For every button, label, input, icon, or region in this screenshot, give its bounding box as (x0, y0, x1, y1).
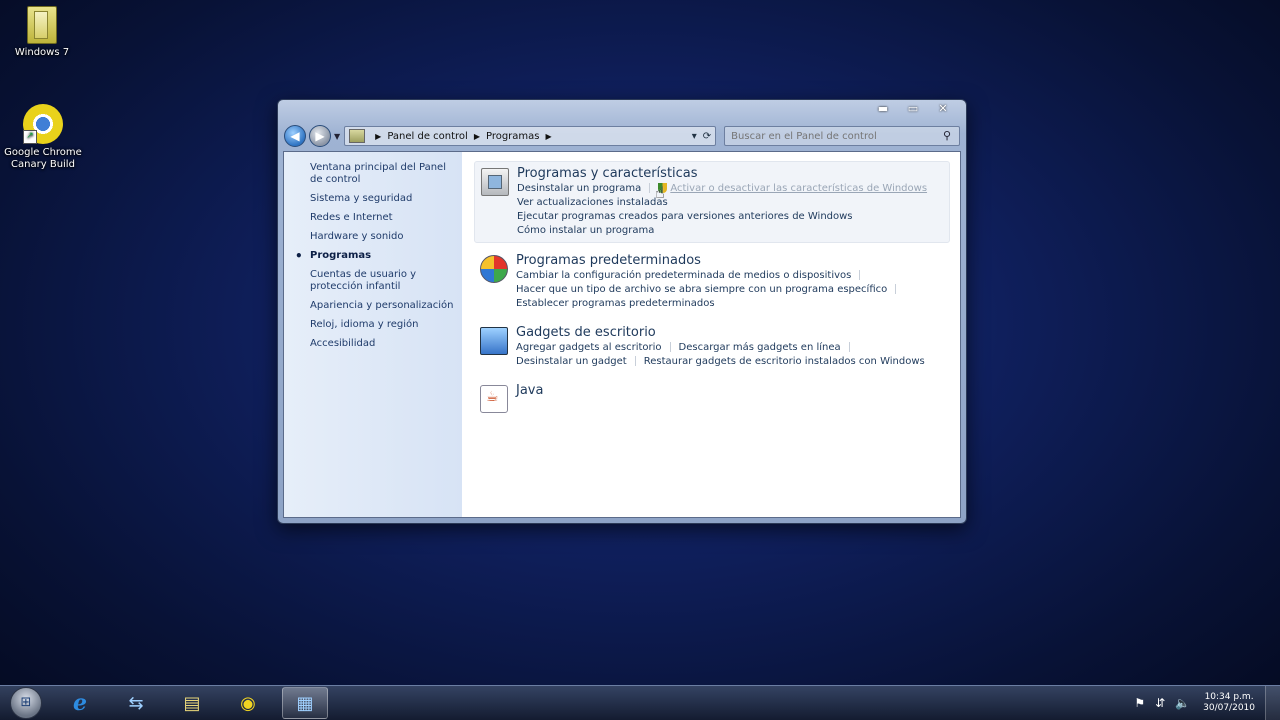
internet-explorer-icon[interactable]: e (58, 688, 102, 718)
breadcrumb-separator-icon[interactable]: ▶ (375, 132, 381, 141)
sidebar-item-control-panel-home[interactable]: Ventana principal del Panel de control (284, 162, 462, 186)
desktop-icon-label: Google Chrome Canary Build (4, 147, 82, 170)
system-tray: ⚑ ⇵ 🔈 10:34 p.m. 30/07/2010 (1129, 686, 1280, 720)
shortcut-arrow-icon: ↗ (23, 130, 37, 144)
clock-time: 10:34 p.m. (1204, 692, 1254, 702)
active-bullet-icon: • (295, 249, 303, 263)
clock[interactable]: 10:34 p.m. 30/07/2010 (1203, 692, 1255, 714)
desktop-icon-chrome-canary[interactable]: ↗ Google Chrome Canary Build (1, 104, 85, 171)
sidebar-item-hardware-sound[interactable]: Hardware y sonido (284, 231, 462, 243)
autoplay-settings-link[interactable]: Cambiar la configuración predeterminada … (516, 270, 851, 281)
breadcrumb-programs[interactable]: Programas (486, 131, 540, 142)
search-icon[interactable]: ⚲ (943, 130, 955, 142)
folder-icon (27, 6, 57, 44)
sidebar-item-label: Programas (310, 250, 372, 261)
restore-gadgets-link[interactable]: Restaurar gadgets de escritorio instalad… (644, 356, 925, 367)
category-title[interactable]: Gadgets de escritorio (516, 325, 944, 340)
sidebar-item-appearance[interactable]: Apariencia y personalización (284, 300, 462, 312)
maximize-button[interactable]: ▭ (898, 101, 928, 117)
desktop-icon-windows7[interactable]: Windows 7 (0, 6, 84, 59)
chrome-canary-icon: ↗ (23, 104, 63, 144)
minimize-button[interactable]: ▬ (868, 101, 898, 117)
uninstall-program-link[interactable]: Desinstalar un programa (517, 183, 641, 194)
uninstall-gadget-link[interactable]: Desinstalar un gadget (516, 356, 627, 367)
category-title[interactable]: Programas y características (517, 166, 943, 181)
category-title[interactable]: Java (516, 383, 944, 398)
add-gadgets-link[interactable]: Agregar gadgets al escritorio (516, 342, 662, 353)
sidebar-item-user-accounts[interactable]: Cuentas de usuario y protección infantil (284, 269, 462, 293)
how-to-install-link[interactable]: Cómo instalar un programa (517, 225, 654, 236)
sidebar-item-accessibility[interactable]: Accesibilidad (284, 338, 462, 350)
taskbar: ⊞ e ⇆ ▤ ◉ ▦ ⚑ ⇵ 🔈 10:34 p.m. 30/07/2010 (0, 685, 1280, 720)
sidebar-item-programs[interactable]: • Programas (284, 250, 462, 262)
compatibility-link[interactable]: Ejecutar programas creados para versione… (517, 211, 853, 222)
desktop-icon-label: Windows 7 (14, 47, 70, 58)
breadcrumb-control-panel[interactable]: Panel de control (387, 131, 468, 142)
category-java: Java (474, 379, 950, 415)
windows-features-link[interactable]: Activar o desactivar las características… (670, 183, 927, 194)
default-programs-icon[interactable] (480, 255, 508, 283)
navigation-bar: ◀ ▶ ▼ ▶ Panel de control ▶ Programas ▶ ▾… (284, 124, 960, 148)
action-center-flag-icon[interactable]: ⚑ (1134, 696, 1145, 710)
breadcrumb-separator-icon[interactable]: ▶ (474, 132, 480, 141)
sidebar-item-system-security[interactable]: Sistema y seguridad (284, 193, 462, 205)
sidebar-item-clock-language[interactable]: Reloj, idioma y región (284, 319, 462, 331)
chrome-canary-icon[interactable]: ◉ (226, 688, 270, 718)
network-icon[interactable]: ⇆ (114, 688, 158, 718)
view-updates-link[interactable]: Ver actualizaciones instaladas (517, 197, 668, 208)
forward-button[interactable]: ▶ (309, 125, 331, 147)
address-bar[interactable]: ▶ Panel de control ▶ Programas ▶ ▾ ⟳ (344, 126, 717, 146)
category-programs-features: Programas y características Desinstalar … (474, 161, 950, 243)
back-button[interactable]: ◀ (284, 125, 306, 147)
volume-icon[interactable]: 🔈 (1175, 696, 1190, 710)
refresh-icon[interactable]: ⟳ (703, 131, 711, 142)
title-bar[interactable]: ▬ ▭ ✕ (278, 100, 966, 122)
network-status-icon[interactable]: ⇵ (1155, 696, 1165, 710)
category-default-programs: Programas predeterminados Cambiar la con… (474, 249, 950, 315)
java-icon[interactable] (480, 385, 508, 413)
download-gadgets-link[interactable]: Descargar más gadgets en línea (679, 342, 841, 353)
gadgets-icon[interactable] (480, 327, 508, 355)
file-association-link[interactable]: Hacer que un tipo de archivo se abra sie… (516, 284, 887, 295)
search-input[interactable] (729, 129, 943, 143)
control-panel-icon (349, 129, 366, 143)
category-title[interactable]: Programas predeterminados (516, 253, 944, 268)
main-panel: Programas y características Desinstalar … (462, 152, 960, 517)
recent-pages-dropdown[interactable]: ▼ (334, 132, 340, 141)
control-panel-icon[interactable]: ▦ (282, 687, 328, 719)
clock-date: 30/07/2010 (1203, 703, 1255, 713)
sidebar-item-network-internet[interactable]: Redes e Internet (284, 212, 462, 224)
breadcrumb-separator-icon[interactable]: ▶ (546, 132, 552, 141)
start-button[interactable]: ⊞ (10, 687, 42, 719)
control-panel-window: ▬ ▭ ✕ ◀ ▶ ▼ ▶ Panel de control ▶ Program… (277, 99, 967, 524)
category-desktop-gadgets: Gadgets de escritorio Agregar gadgets al… (474, 321, 950, 373)
address-dropdown-icon[interactable]: ▾ (692, 131, 697, 142)
show-desktop-button[interactable] (1265, 686, 1280, 720)
file-explorer-icon[interactable]: ▤ (170, 688, 214, 718)
mouse-cursor-icon: ☝ (655, 183, 665, 202)
search-box[interactable]: ⚲ (724, 126, 960, 146)
set-default-programs-link[interactable]: Establecer programas predeterminados (516, 298, 715, 309)
programs-features-icon[interactable] (481, 168, 509, 196)
close-button[interactable]: ✕ (928, 101, 958, 117)
sidebar: Ventana principal del Panel de control S… (284, 152, 462, 517)
content-area: Ventana principal del Panel de control S… (283, 151, 961, 518)
